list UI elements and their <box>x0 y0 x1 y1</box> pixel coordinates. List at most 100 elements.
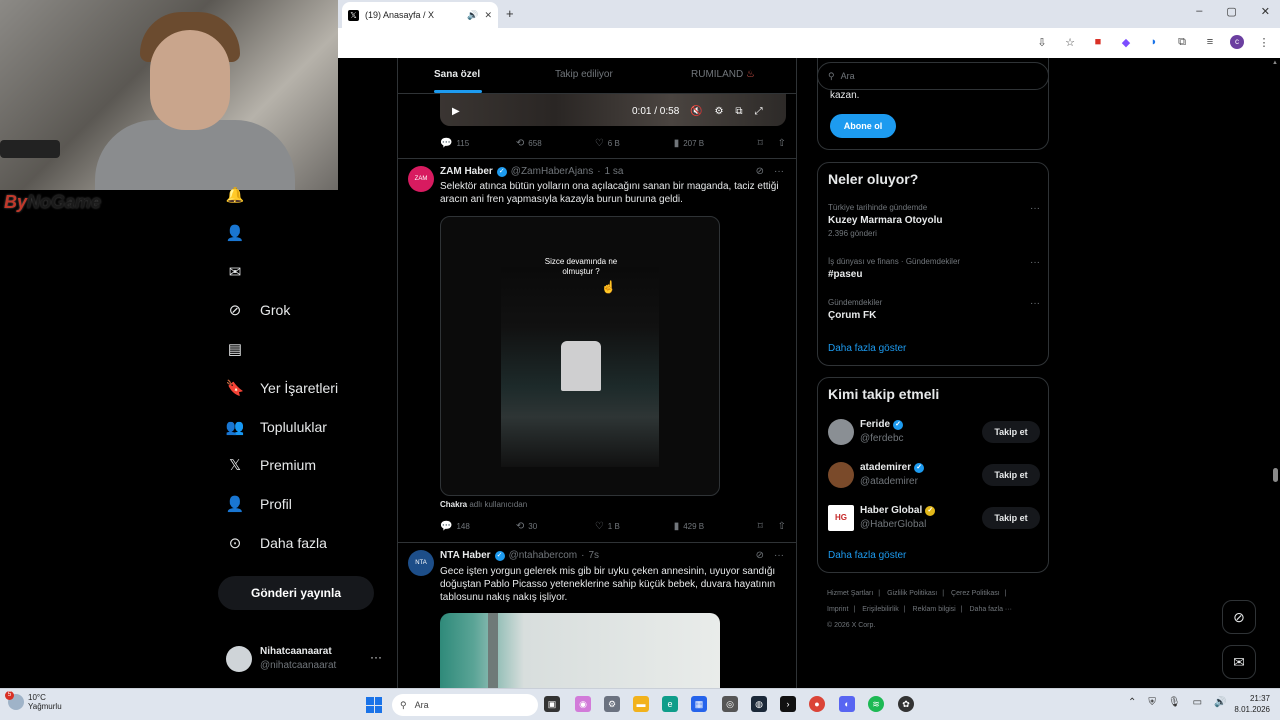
tweet-handle[interactable]: @ZamHaberAjans <box>511 166 593 177</box>
follow-button[interactable]: Takip et <box>982 464 1040 486</box>
footer-link[interactable]: Imprint <box>827 606 848 613</box>
follow-button[interactable]: Takip et <box>982 421 1040 443</box>
store-icon[interactable]: ▦ <box>691 696 707 712</box>
chevron-up-icon[interactable]: ⌃ <box>1128 697 1136 708</box>
search-input[interactable]: ⚲ Ara <box>817 62 1049 90</box>
taskbar-search[interactable]: ⚲ Ara <box>392 694 538 716</box>
subscribe-button[interactable]: Abone ol <box>830 114 896 138</box>
footer-link[interactable]: Gizlilik Politikası <box>887 590 937 597</box>
nav-notifications[interactable]: 🔔 <box>226 186 245 204</box>
repost-button[interactable]: ⟲ 30 <box>516 521 595 532</box>
footer-link[interactable]: Hizmet Şartları <box>827 590 873 597</box>
profile-avatar-icon[interactable]: c <box>1230 35 1244 49</box>
bookmark-button[interactable]: ⌑ <box>758 521 778 532</box>
terminal-icon[interactable]: › <box>780 696 796 712</box>
tab-for-you[interactable]: Sana özel <box>434 69 480 80</box>
footer-link[interactable]: Erişilebilirlik <box>862 606 899 613</box>
install-icon[interactable]: ⇩ <box>1034 36 1050 49</box>
avatar[interactable]: NTA <box>408 550 434 576</box>
windows-start-icon[interactable] <box>366 697 382 713</box>
bookmark-star-icon[interactable]: ☆ <box>1062 36 1078 49</box>
views-button[interactable]: ▮ 207 B <box>674 138 758 149</box>
more-icon[interactable]: ··· <box>774 550 784 561</box>
footer-link[interactable]: Reklam bilgisi <box>913 606 956 613</box>
nav-follow[interactable]: 👤 <box>226 224 245 242</box>
grok-icon[interactable]: ⊘ <box>756 550 764 561</box>
grok-fab-button[interactable]: ⊘ <box>1222 600 1256 634</box>
share-button[interactable]: ⇧ <box>778 138 786 149</box>
like-button[interactable]: ♡ 1 B <box>595 521 674 532</box>
copilot-icon[interactable]: ◉ <box>575 696 591 712</box>
tweet-time[interactable]: 7s <box>588 550 599 561</box>
trend-item[interactable]: İş dünyası ve finans · Gündemdekiler #pa… <box>828 257 1040 280</box>
account-more-icon[interactable]: ··· <box>370 650 382 664</box>
extension-purple-icon[interactable]: ◆ <box>1118 36 1134 49</box>
app-icon[interactable]: ✿ <box>898 696 914 712</box>
grok-icon[interactable]: ⊘ <box>756 166 764 177</box>
nav-more[interactable]: ⊙ Daha fazla <box>226 534 327 552</box>
show-more-link[interactable]: Daha fazla göster <box>828 343 906 354</box>
file-explorer-icon[interactable]: ▬ <box>633 696 649 712</box>
trend-item[interactable]: Türkiye tarihinde gündemde Kuzey Marmara… <box>828 203 1040 238</box>
trend-item[interactable]: Gündemdekiler Çorum FK ··· <box>828 298 1040 321</box>
tweet-author-name[interactable]: ZAM Haber <box>440 166 493 177</box>
browser-tab[interactable]: 𝕏 (19) Anasayfa / X 🔊 ✕ <box>342 2 498 28</box>
extensions-puzzle-icon[interactable]: ⧉ <box>1174 36 1190 49</box>
follow-button[interactable]: Takip et <box>982 507 1040 529</box>
network-icon[interactable]: ▭ <box>1193 697 1202 708</box>
show-more-link[interactable]: Daha fazla göster <box>828 550 906 561</box>
nav-communities[interactable]: 👥 Topluluklar <box>226 418 327 436</box>
reply-button[interactable]: 💬 115 <box>440 138 516 149</box>
tweet-handle[interactable]: @ntahabercom <box>509 550 578 561</box>
repost-button[interactable]: ⟲ 658 <box>516 138 595 149</box>
weather-widget[interactable]: 5 10°C Yağmurlu <box>5 691 62 711</box>
footer-link[interactable]: Daha fazla ··· <box>970 606 1012 613</box>
fullscreen-icon[interactable]: ⤢ <box>755 106 763 117</box>
views-button[interactable]: ▮ 429 B <box>674 521 758 532</box>
scroll-up-icon[interactable]: ▲ <box>1272 60 1278 66</box>
minimize-button[interactable]: – <box>1196 5 1202 18</box>
volume-icon[interactable]: 🔊 <box>1214 697 1226 708</box>
media-control-icon[interactable]: ≡ <box>1202 36 1218 48</box>
scrollbar-thumb[interactable] <box>1273 468 1278 482</box>
tweet-time[interactable]: 1 sa <box>605 166 624 177</box>
messages-fab-button[interactable]: ✉ <box>1222 645 1256 679</box>
share-button[interactable]: ⇧ <box>778 521 786 532</box>
nav-grok[interactable]: ⊘ Grok <box>226 301 291 319</box>
menu-kebab-icon[interactable]: ⋮ <box>1256 36 1272 49</box>
play-icon[interactable]: ▶ <box>452 106 460 117</box>
nav-profile[interactable]: 👤 Profil <box>226 495 292 513</box>
nav-bookmarks[interactable]: 🔖 Yer İşaretleri <box>226 379 338 397</box>
scrollbar[interactable]: ▲ <box>1270 58 1280 688</box>
new-tab-button[interactable]: + <box>506 6 514 21</box>
clock[interactable]: 21:37 8.01.2026 <box>1226 693 1270 715</box>
maximize-button[interactable]: ▢ <box>1226 5 1236 18</box>
trend-more-icon[interactable]: ··· <box>1030 203 1040 214</box>
app-icon[interactable]: ◎ <box>722 696 738 712</box>
trend-more-icon[interactable]: ··· <box>1030 298 1040 309</box>
bookmark-button[interactable]: ⌑ <box>758 138 778 149</box>
mute-icon[interactable]: 🔇 <box>690 106 702 117</box>
tab-following[interactable]: Takip ediliyor <box>555 69 613 80</box>
settings-gear-icon[interactable]: ⚙ <box>604 696 620 712</box>
microphone-icon[interactable]: 🎙 <box>1168 697 1181 708</box>
close-window-button[interactable]: ✕ <box>1261 5 1270 18</box>
settings-gear-icon[interactable]: ⚙ <box>714 106 723 117</box>
post-button[interactable]: Gönderi yayınla <box>218 576 374 610</box>
reply-button[interactable]: 💬 148 <box>440 521 516 532</box>
discord-icon[interactable]: ◐ <box>839 696 855 712</box>
pip-icon[interactable]: ⧉ <box>735 106 742 117</box>
attribution-user[interactable]: Chakra <box>440 500 467 509</box>
footer-link[interactable]: Çerez Politikası <box>951 590 1000 597</box>
steam-icon[interactable]: ◍ <box>751 696 767 712</box>
tweet-video[interactable]: Sizce devamında ne olmuştur ? ☝ <box>440 216 720 496</box>
close-tab-icon[interactable]: ✕ <box>484 10 492 21</box>
spotify-icon[interactable]: ≋ <box>868 696 884 712</box>
tab-rumiland[interactable]: RUMILAND ♨ <box>691 69 755 80</box>
like-button[interactable]: ♡ 6 B <box>595 138 674 149</box>
nav-lists[interactable]: ▤ <box>226 340 244 358</box>
nav-messages[interactable]: ✉ <box>226 263 244 281</box>
avatar[interactable]: ZAM <box>408 166 434 192</box>
task-view-icon[interactable]: ▣ <box>544 696 560 712</box>
tweet-video[interactable] <box>440 613 720 688</box>
